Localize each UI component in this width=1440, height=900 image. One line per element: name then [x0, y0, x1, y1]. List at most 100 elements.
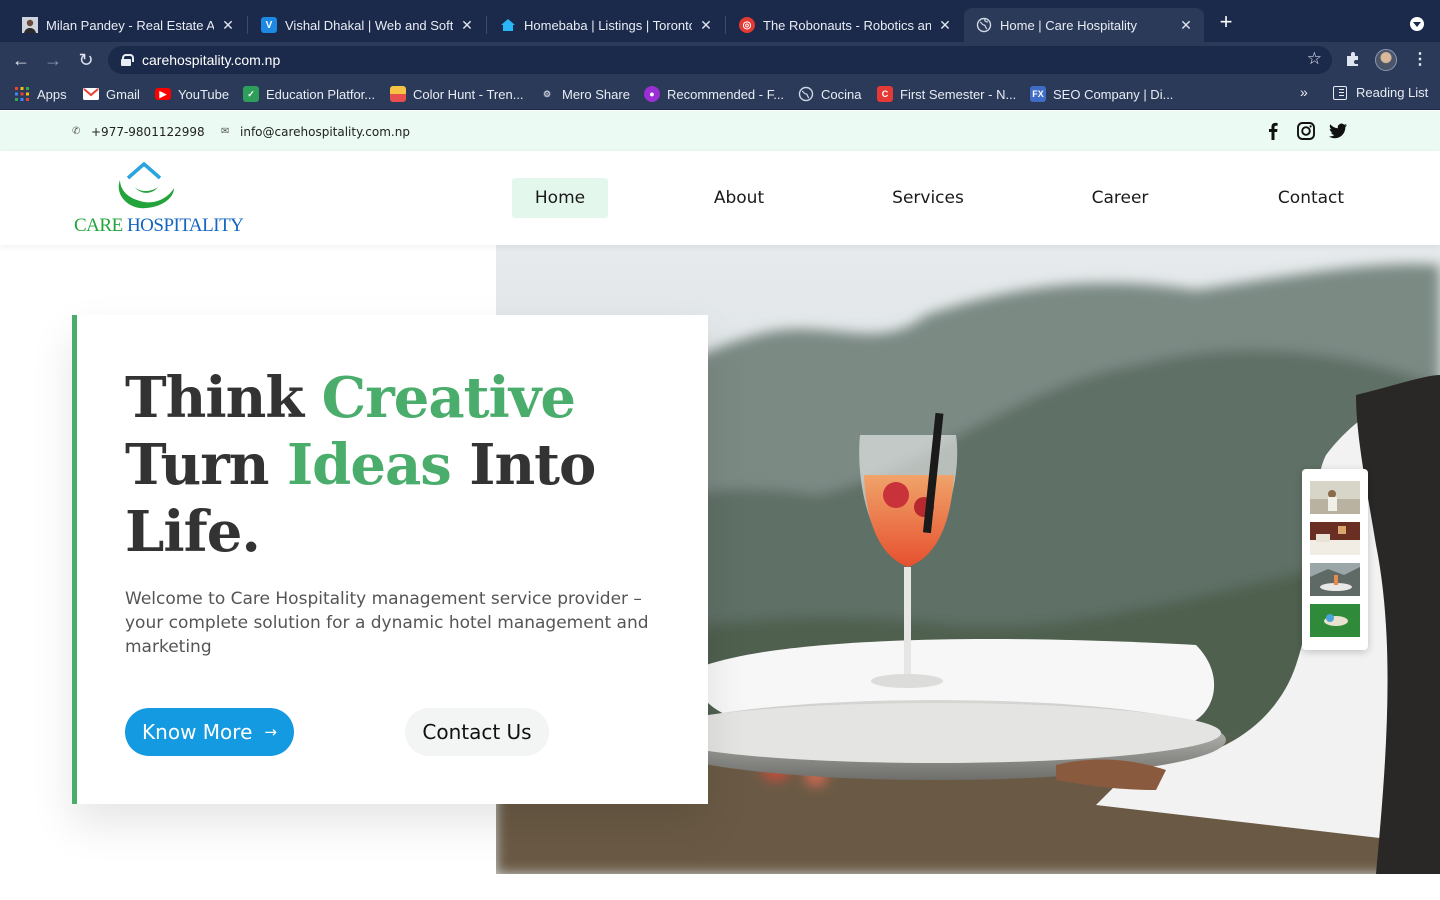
thumbnail-2[interactable] [1310, 522, 1360, 555]
bookmark-label: YouTube [178, 86, 230, 102]
nav-contact[interactable]: Contact [1266, 178, 1356, 218]
headline-word-ideas: Ideas [286, 432, 452, 498]
bookmark-first-semester[interactable]: C First Semester - N... [877, 85, 1016, 103]
tab-title: The Robonauts - Robotics and [763, 17, 931, 33]
bookmarks-overflow-icon[interactable]: » [1300, 84, 1308, 100]
youtube-icon: ▶ [155, 88, 171, 100]
bookmark-apps[interactable]: Apps [14, 85, 67, 103]
bookmark-label: Cocina [821, 86, 862, 102]
headline-word-turn: Turn [125, 432, 287, 498]
bookmark-label: Gmail [106, 86, 140, 102]
care-hospitality-logo[interactable]: CARE HOSPITALITY [74, 158, 244, 238]
browser-tab[interactable]: Milan Pandey - Real Estate Agent ✕ [10, 8, 246, 42]
browser-tab[interactable]: V Vishal Dhakal | Web and Software ✕ [249, 8, 485, 42]
twitter-icon[interactable] [1328, 121, 1348, 141]
new-tab-icon[interactable]: + [1216, 11, 1236, 33]
browser-tab[interactable]: Homebaba | Listings | Toronto ✕ [488, 8, 724, 42]
know-more-button[interactable]: Know More → [125, 708, 294, 756]
tab-title: Vishal Dhakal | Web and Software [285, 17, 453, 33]
bookmark-meroshare[interactable]: ⚙ Mero Share [539, 85, 630, 103]
gmail-icon [83, 86, 99, 102]
fx-logo-icon: FX [1030, 86, 1046, 102]
bookmark-seo-company[interactable]: FX SEO Company | Di... [1030, 85, 1173, 103]
email-address: info@carehospitality.com.np [240, 125, 410, 139]
arrow-right-icon: → [264, 723, 277, 741]
close-tab-icon[interactable]: ✕ [220, 17, 236, 34]
tab-divider [486, 16, 487, 34]
tab-divider [725, 16, 726, 34]
know-more-label: Know More [142, 720, 253, 744]
hero-headline: Think Creative Turn Ideas Into Life. [125, 365, 596, 566]
bookmarks-bar: Apps Gmail ▶ YouTube ✓ Education Platfor… [0, 78, 1440, 110]
bookmark-education[interactable]: ✓ Education Platfor... [243, 85, 375, 103]
tab-divider [247, 16, 248, 34]
bookmark-cocina[interactable]: Cocina [798, 85, 861, 103]
bookmark-label: Recommended - F... [667, 86, 785, 102]
hero-description: Welcome to Care Hospitality management s… [125, 589, 649, 657]
robonauts-icon: ◎ [739, 17, 755, 33]
extensions-puzzle-icon[interactable] [1344, 50, 1362, 68]
phone-number: +977-9801122998 [91, 125, 205, 139]
browser-toolbar: ← → ↻ carehospitality.com.np ☆ [0, 42, 1440, 78]
house-icon [500, 17, 516, 33]
back-arrow-icon[interactable]: ← [10, 49, 32, 71]
lock-icon [121, 54, 134, 66]
forward-arrow-icon[interactable]: → [42, 49, 64, 71]
bookmark-youtube[interactable]: ▶ YouTube [155, 85, 229, 103]
logo-word-hospitality: HOSPITALITY [126, 215, 244, 236]
logo-word-care: CARE [74, 215, 127, 236]
bookmark-recommended[interactable]: ● Recommended - F... [644, 85, 784, 103]
facebook-icon[interactable] [1263, 121, 1283, 141]
bookmark-colorhunt[interactable]: Color Hunt - Tren... [390, 85, 524, 103]
address-bar[interactable]: carehospitality.com.np ☆ [108, 46, 1332, 74]
headline-word-creative: Creative [321, 365, 576, 431]
nav-services[interactable]: Services [880, 178, 976, 218]
logo-wordmark: CARE HOSPITALITY [74, 215, 244, 237]
bookmark-gmail[interactable]: Gmail [83, 85, 140, 103]
email-contact[interactable]: ✉ info@carehospitality.com.np [221, 125, 410, 139]
url-text: carehospitality.com.np [142, 52, 281, 68]
tab-search-icon[interactable] [1410, 17, 1424, 31]
close-tab-icon[interactable]: ✕ [698, 17, 714, 34]
browser-menu-icon[interactable]: ⋮ [1412, 49, 1428, 71]
contact-strip: ✆ +977-9801122998 ✉ info@carehospitality… [0, 111, 1440, 151]
apps-grid-icon [14, 86, 30, 102]
instagram-icon[interactable] [1296, 121, 1316, 141]
reading-list-label: Reading List [1356, 85, 1429, 100]
reading-list-button[interactable]: Reading List [1333, 85, 1428, 100]
close-tab-icon[interactable]: ✕ [937, 17, 953, 34]
thumbnail-3[interactable] [1310, 563, 1360, 596]
thumbnail-1[interactable] [1310, 481, 1360, 514]
bookmark-label: Color Hunt - Tren... [413, 86, 524, 102]
v-logo-icon: V [261, 17, 277, 33]
contact-us-button[interactable]: Contact Us [405, 708, 549, 756]
close-tab-icon[interactable]: ✕ [1178, 17, 1194, 34]
globe-icon [798, 86, 814, 102]
colorhunt-icon [390, 86, 406, 102]
headline-line-2: Turn Ideas Into [125, 432, 596, 499]
nav-home[interactable]: Home [512, 178, 608, 218]
person-photo-icon [22, 17, 38, 33]
site-header: CARE HOSPITALITY Home About Services Car… [0, 151, 1440, 245]
reload-icon[interactable]: ↻ [75, 49, 97, 71]
bookmark-label: Apps [37, 86, 67, 102]
nav-career[interactable]: Career [1080, 178, 1160, 218]
bookmark-label: First Semester - N... [900, 86, 1017, 102]
bookmark-star-icon[interactable]: ☆ [1307, 49, 1322, 69]
phone-icon: ✆ [72, 126, 81, 137]
recommended-icon: ● [644, 86, 660, 102]
profile-avatar[interactable] [1375, 49, 1397, 71]
bookmark-label: Education Platfor... [266, 86, 376, 102]
tab-title: Homebaba | Listings | Toronto [524, 17, 692, 33]
phone-contact[interactable]: ✆ +977-9801122998 [72, 125, 205, 139]
hero-thumbnail-strip [1302, 469, 1368, 650]
browser-tab-active[interactable]: Home | Care Hospitality ✕ [964, 8, 1204, 42]
headline-word-think: Think [125, 365, 322, 431]
close-tab-icon[interactable]: ✕ [459, 17, 475, 34]
reading-list-icon [1333, 85, 1347, 100]
envelope-icon: ✉ [221, 126, 230, 137]
nav-about[interactable]: About [700, 178, 778, 218]
thumbnail-4[interactable] [1310, 604, 1360, 637]
browser-tab[interactable]: ◎ The Robonauts - Robotics and ✕ [727, 8, 963, 42]
headline-line-1: Think Creative [125, 365, 595, 432]
